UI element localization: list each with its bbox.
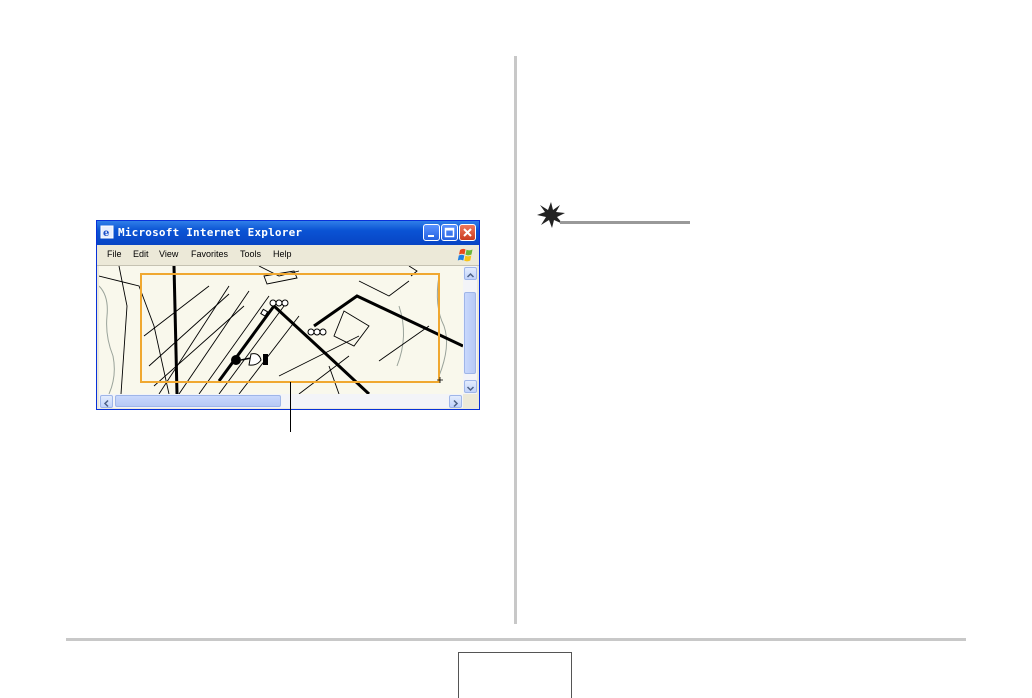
vertical-scrollbar[interactable] [463, 266, 477, 394]
scrollbar-corner [463, 394, 477, 408]
chevron-right-icon [453, 399, 459, 408]
burst-icon [537, 202, 565, 228]
callout-leader-line [290, 382, 291, 432]
street-lines [99, 266, 430, 394]
important-rule [560, 221, 690, 224]
scroll-down-button[interactable] [464, 380, 477, 393]
map-view[interactable] [99, 266, 463, 394]
window-title: Microsoft Internet Explorer [118, 226, 303, 239]
important-heading [536, 202, 696, 228]
ie-logo-icon: e [100, 225, 114, 239]
scroll-left-button[interactable] [100, 395, 113, 408]
windows-flag-icon [457, 248, 473, 262]
chevron-down-icon [466, 386, 475, 392]
scroll-right-button[interactable] [449, 395, 462, 408]
browser-window: e Microsoft Internet Explorer File Edit … [96, 220, 480, 410]
menu-view[interactable]: View [159, 249, 178, 259]
close-icon [463, 228, 472, 237]
minimize-icon [428, 235, 434, 237]
menu-help[interactable]: Help [273, 249, 292, 259]
route-markers [260, 299, 327, 336]
menu-bar: File Edit View Favorites Tools Help [97, 245, 479, 266]
page-number-box [458, 652, 572, 698]
footer-rule [66, 638, 966, 641]
menu-tools[interactable]: Tools [240, 249, 261, 259]
menu-favorites[interactable]: Favorites [191, 249, 228, 259]
column-divider [514, 56, 517, 624]
maximize-button[interactable] [441, 224, 458, 241]
maximize-icon [444, 227, 455, 238]
title-bar: e Microsoft Internet Explorer [97, 221, 479, 245]
horizontal-scroll-thumb[interactable] [115, 395, 281, 407]
minimize-button[interactable] [423, 224, 440, 241]
scroll-up-button[interactable] [464, 267, 477, 280]
map-canvas[interactable] [99, 266, 463, 394]
menu-file[interactable]: File [107, 249, 122, 259]
horizontal-scrollbar[interactable] [99, 394, 463, 408]
close-button[interactable] [459, 224, 476, 241]
svg-text:e: e [103, 228, 109, 239]
chevron-left-icon [103, 399, 109, 408]
menu-edit[interactable]: Edit [133, 249, 149, 259]
chevron-up-icon [466, 272, 475, 278]
terrain-contours [99, 275, 448, 394]
vertical-scroll-thumb[interactable] [464, 292, 476, 374]
